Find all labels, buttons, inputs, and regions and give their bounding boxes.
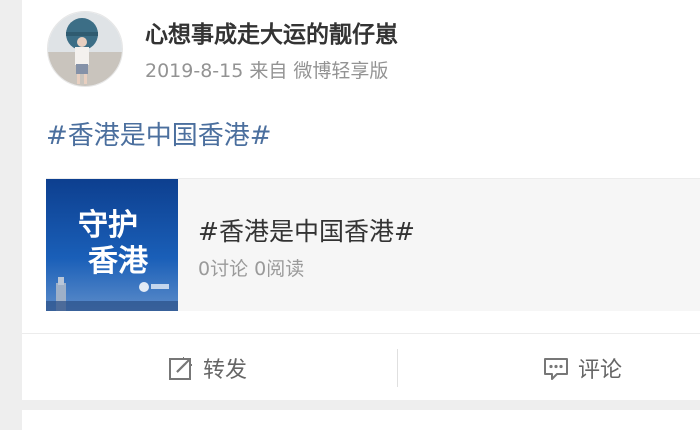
comment-label: 评论: [578, 357, 623, 383]
post-meta: 2019-8-15 来自 微博轻享版: [145, 56, 394, 83]
next-post-card: [22, 410, 700, 430]
author-name[interactable]: 心想事成走大运的靓仔崽: [145, 15, 398, 49]
post-date: 2019-8-15: [145, 60, 244, 82]
thumb-text-line1: 守护: [78, 208, 138, 243]
post-hashtag-link[interactable]: #香港是中国香港#: [46, 115, 272, 152]
thumb-text-line2: 香港: [88, 244, 149, 279]
share-arrow-icon: [167, 354, 195, 382]
speech-bubble-icon: [542, 354, 570, 382]
repost-label: 转发: [203, 357, 248, 383]
topic-title: #香港是中国香港#: [198, 217, 415, 246]
action-divider: [397, 349, 398, 387]
topic-card[interactable]: 守护 香港 #香港是中国香港# 0讨论 0阅读: [46, 178, 700, 311]
avatar[interactable]: [47, 11, 123, 87]
topic-stats: 0讨论 0阅读: [198, 258, 305, 280]
action-bar: 转发 评论: [22, 333, 700, 401]
weibo-post-card: 心想事成走大运的靓仔崽 2019-8-15 来自 微博轻享版 #香港是中国香港# …: [22, 0, 700, 400]
repost-button[interactable]: 转发: [167, 334, 247, 401]
post-source[interactable]: 来自 微博轻享版: [249, 60, 388, 82]
topic-thumbnail: 守护 香港: [46, 179, 178, 311]
comment-button[interactable]: 评论: [542, 334, 622, 401]
